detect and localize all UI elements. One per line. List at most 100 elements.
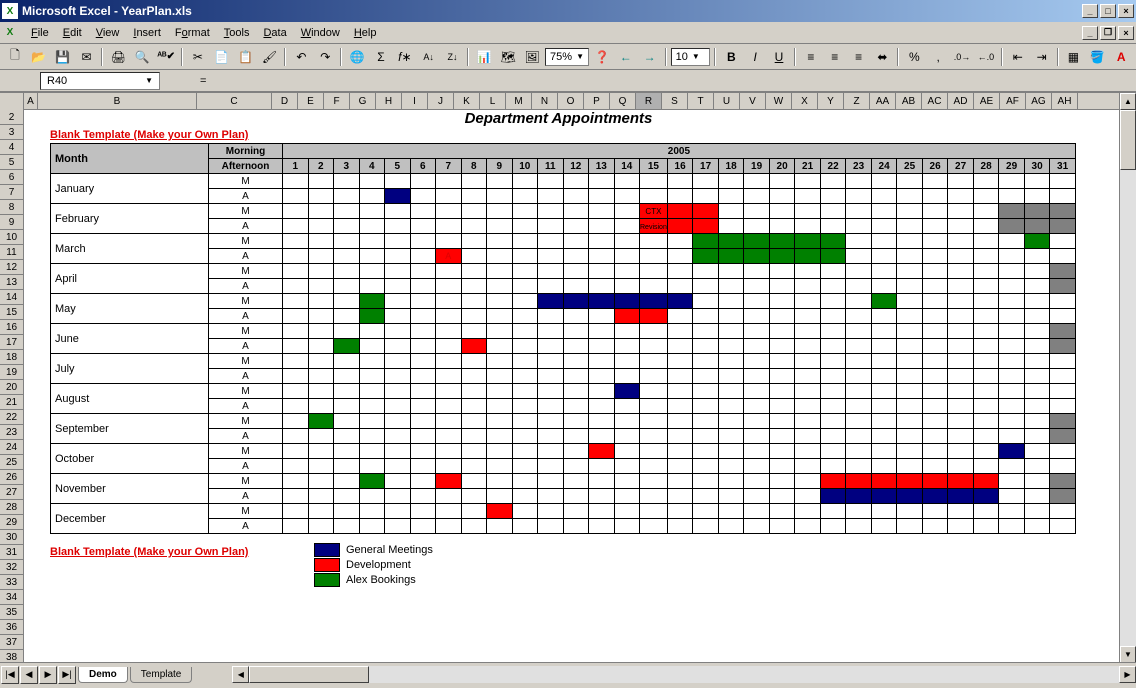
scroll-up-button[interactable]: ▲: [1120, 93, 1136, 110]
row-header-35[interactable]: 35: [0, 605, 24, 620]
open-icon[interactable]: 📂: [28, 46, 50, 68]
row-header-15[interactable]: 15: [0, 305, 24, 320]
close-button[interactable]: ×: [1118, 4, 1134, 18]
row-header-4[interactable]: 4: [0, 140, 24, 155]
minimize-button[interactable]: _: [1082, 4, 1098, 18]
undo-icon[interactable]: ↶: [290, 46, 312, 68]
col-header-AF[interactable]: AF: [1000, 93, 1026, 109]
col-header-I[interactable]: I: [402, 93, 428, 109]
col-header-A[interactable]: A: [24, 93, 38, 109]
maximize-button[interactable]: □: [1100, 4, 1116, 18]
doc-minimize-button[interactable]: _: [1082, 26, 1098, 40]
col-header-AE[interactable]: AE: [974, 93, 1000, 109]
row-header-5[interactable]: 5: [0, 155, 24, 170]
row-header-23[interactable]: 23: [0, 425, 24, 440]
template-link-top[interactable]: Blank Template (Make your Own Plan): [50, 129, 248, 141]
col-header-G[interactable]: G: [350, 93, 376, 109]
col-header-K[interactable]: K: [454, 93, 480, 109]
row-header-6[interactable]: 6: [0, 170, 24, 185]
menu-view[interactable]: View: [89, 25, 127, 41]
tab-first-button[interactable]: |◀: [1, 666, 19, 684]
fontsize-dropdown[interactable]: 10▼: [671, 48, 711, 66]
row-header-14[interactable]: 14: [0, 290, 24, 305]
hyperlink-icon[interactable]: 🌐: [346, 46, 368, 68]
row-header-19[interactable]: 19: [0, 365, 24, 380]
doc-close-button[interactable]: ×: [1118, 26, 1134, 40]
col-header-E[interactable]: E: [298, 93, 324, 109]
spell-icon[interactable]: ᴬᴮ✔: [155, 46, 177, 68]
print-icon[interactable]: 🖨: [107, 46, 129, 68]
format-painter-icon[interactable]: 🖌: [259, 46, 281, 68]
increase-indent-icon[interactable]: ⇤: [1007, 46, 1029, 68]
col-header-J[interactable]: J: [428, 93, 454, 109]
sheet-tab-template[interactable]: Template: [130, 667, 193, 683]
sheet-tab-demo[interactable]: Demo: [78, 667, 128, 683]
sort-desc-icon[interactable]: Z↓: [442, 46, 464, 68]
row-header-28[interactable]: 28: [0, 500, 24, 515]
col-header-T[interactable]: T: [688, 93, 714, 109]
row-header-9[interactable]: 9: [0, 215, 24, 230]
row-header-36[interactable]: 36: [0, 620, 24, 635]
increase-decimal-icon[interactable]: .0→: [951, 46, 973, 68]
row-header-34[interactable]: 34: [0, 590, 24, 605]
col-header-AA[interactable]: AA: [870, 93, 896, 109]
bold-icon[interactable]: B: [720, 46, 742, 68]
row-header-32[interactable]: 32: [0, 560, 24, 575]
worksheet[interactable]: ABCDEFGHIJKLMNOPQRSTUVWXYZAAABACADAEAFAG…: [0, 92, 1136, 662]
mail-icon[interactable]: ✉: [76, 46, 98, 68]
menu-insert[interactable]: Insert: [126, 25, 168, 41]
menu-help[interactable]: Help: [347, 25, 384, 41]
col-header-F[interactable]: F: [324, 93, 350, 109]
menu-data[interactable]: Data: [256, 25, 293, 41]
col-header-AB[interactable]: AB: [896, 93, 922, 109]
row-header-21[interactable]: 21: [0, 395, 24, 410]
font-color-icon[interactable]: A: [1110, 46, 1132, 68]
menu-format[interactable]: Format: [168, 25, 217, 41]
col-header-W[interactable]: W: [766, 93, 792, 109]
col-header-P[interactable]: P: [584, 93, 610, 109]
scroll-thumb[interactable]: [1120, 110, 1136, 170]
percent-icon[interactable]: %: [903, 46, 925, 68]
italic-icon[interactable]: I: [744, 46, 766, 68]
align-right-icon[interactable]: ≡: [848, 46, 870, 68]
function-icon[interactable]: f∗: [394, 46, 416, 68]
row-header-3[interactable]: 3: [0, 125, 24, 140]
menu-file[interactable]: File: [24, 25, 56, 41]
row-header-31[interactable]: 31: [0, 545, 24, 560]
col-header-AC[interactable]: AC: [922, 93, 948, 109]
row-header-8[interactable]: 8: [0, 200, 24, 215]
col-header-Y[interactable]: Y: [818, 93, 844, 109]
vertical-scrollbar[interactable]: ▲ ▼: [1119, 93, 1136, 662]
nav-forward-icon[interactable]: →: [639, 46, 661, 68]
row-header-30[interactable]: 30: [0, 530, 24, 545]
scroll-down-button[interactable]: ▼: [1120, 646, 1136, 662]
row-header-25[interactable]: 25: [0, 455, 24, 470]
map-icon[interactable]: 🗺: [497, 46, 519, 68]
col-header-V[interactable]: V: [740, 93, 766, 109]
name-box[interactable]: R40▼: [40, 72, 160, 90]
col-header-AG[interactable]: AG: [1026, 93, 1052, 109]
menu-edit[interactable]: Edit: [56, 25, 89, 41]
cut-icon[interactable]: ✂: [187, 46, 209, 68]
col-header-H[interactable]: H: [376, 93, 402, 109]
col-header-Z[interactable]: Z: [844, 93, 870, 109]
paste-icon[interactable]: 📋: [235, 46, 257, 68]
row-header-7[interactable]: 7: [0, 185, 24, 200]
underline-icon[interactable]: U: [768, 46, 790, 68]
row-header-13[interactable]: 13: [0, 275, 24, 290]
help-icon[interactable]: ❓: [591, 46, 613, 68]
decrease-decimal-icon[interactable]: ←.0: [975, 46, 997, 68]
copy-icon[interactable]: 📄: [211, 46, 233, 68]
autosum-icon[interactable]: Σ: [370, 46, 392, 68]
col-header-D[interactable]: D: [272, 93, 298, 109]
row-header-38[interactable]: 38: [0, 650, 24, 662]
col-header-M[interactable]: M: [506, 93, 532, 109]
col-header-R[interactable]: R: [636, 93, 662, 109]
tab-next-button[interactable]: ▶: [39, 666, 57, 684]
new-icon[interactable]: 🗋: [4, 46, 26, 68]
menu-window[interactable]: Window: [294, 25, 347, 41]
chart-icon[interactable]: 📊: [473, 46, 495, 68]
col-header-C[interactable]: C: [197, 93, 272, 109]
borders-icon[interactable]: ▦: [1063, 46, 1085, 68]
col-header-B[interactable]: B: [38, 93, 197, 109]
